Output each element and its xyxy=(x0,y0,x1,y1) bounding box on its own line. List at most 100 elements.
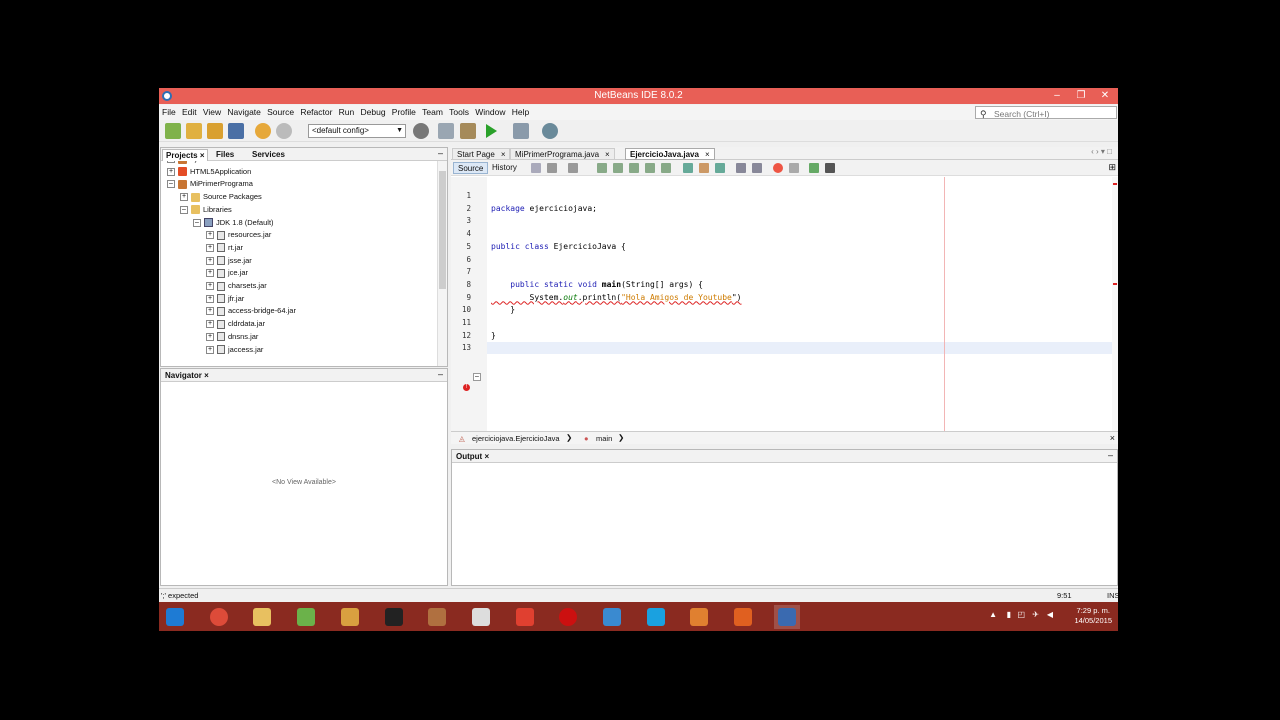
taskbar-app3d-button[interactable] xyxy=(599,605,625,629)
menu-file[interactable]: File xyxy=(160,105,178,117)
expand-toggle-icon[interactable]: + xyxy=(167,167,175,176)
expand-toggle-icon[interactable]: + xyxy=(206,294,214,303)
tab-files[interactable]: Files xyxy=(213,149,237,161)
taskbar-netbeans-button[interactable] xyxy=(773,605,800,629)
taskbar-grid-button[interactable] xyxy=(512,605,538,629)
menu-run[interactable]: Run xyxy=(337,105,357,117)
code-line[interactable]: System.out.println("Hola Amigos de Youtu… xyxy=(491,293,742,302)
save-all-icon[interactable] xyxy=(228,123,244,139)
source-view-button[interactable]: Source xyxy=(453,162,489,174)
expand-toggle-icon[interactable]: + xyxy=(206,243,214,252)
taskbar-explorer-button[interactable] xyxy=(249,605,275,629)
tree-item[interactable]: + resources.jar xyxy=(206,230,271,242)
find-next-icon[interactable] xyxy=(629,163,639,173)
code-line[interactable]: package ejerciciojava; xyxy=(491,204,597,213)
run-icon[interactable] xyxy=(486,124,497,138)
editor-tab-ejerciciojava[interactable]: EjercicioJava.java × xyxy=(625,148,715,160)
tree-item[interactable]: + charsets.jar xyxy=(206,281,267,293)
close-icon[interactable]: × xyxy=(705,150,710,159)
taskbar-person-button[interactable] xyxy=(424,605,450,629)
tree-item[interactable]: + dnsns.jar xyxy=(206,332,258,344)
airplane-icon[interactable]: ✈ xyxy=(1032,610,1039,619)
toggle-rect-select-icon[interactable] xyxy=(661,163,671,173)
open-project-icon[interactable] xyxy=(207,123,223,139)
taskbar-start-button[interactable] xyxy=(162,605,188,629)
history-view-button[interactable]: History xyxy=(488,162,521,174)
comment-icon[interactable] xyxy=(809,163,819,173)
expand-toggle-icon[interactable]: + xyxy=(206,256,214,265)
expand-toggle-icon[interactable]: – xyxy=(167,180,175,189)
tree-item[interactable]: + EjercicioJava xyxy=(167,161,234,166)
taskbar-skull-button[interactable] xyxy=(381,605,407,629)
tree-item[interactable]: + jsse.jar xyxy=(206,256,252,268)
minimize-panel-button[interactable]: – xyxy=(438,148,443,158)
menu-tools[interactable]: Tools xyxy=(447,105,471,117)
tab-nav-arrows-icon[interactable]: ‹ › ▾ □ xyxy=(1091,147,1112,156)
shift-right-icon[interactable] xyxy=(752,163,762,173)
close-breadcrumb-icon[interactable]: × xyxy=(1110,433,1115,443)
search-input[interactable]: ⚲ Search (Ctrl+I) xyxy=(975,106,1117,119)
tab-services[interactable]: Services xyxy=(249,149,288,161)
menu-team[interactable]: Team xyxy=(420,105,445,117)
projects-scrollbar[interactable] xyxy=(437,161,447,366)
split-editor-icon[interactable]: ⊞ xyxy=(1108,162,1116,173)
stop-macro-icon[interactable] xyxy=(789,163,799,173)
close-icon[interactable]: × xyxy=(484,452,489,461)
prev-bookmark-icon[interactable] xyxy=(683,163,693,173)
profile-icon[interactable] xyxy=(542,123,558,139)
tree-item[interactable]: – JDK 1.8 (Default) xyxy=(193,218,274,230)
tree-item[interactable]: + jce.jar xyxy=(206,268,248,280)
show-hidden-icons-icon[interactable]: ▲ xyxy=(989,610,997,619)
error-icon[interactable]: ! xyxy=(463,384,470,391)
taskbar-chrome-button[interactable] xyxy=(206,605,232,629)
menu-source[interactable]: Source xyxy=(265,105,296,117)
error-mark[interactable] xyxy=(1113,183,1117,185)
menu-window[interactable]: Window xyxy=(473,105,507,117)
maximize-button[interactable]: ❐ xyxy=(1069,88,1093,104)
scrollbar-thumb[interactable] xyxy=(439,171,446,289)
close-icon[interactable]: × xyxy=(605,150,610,159)
fold-toggle-icon[interactable]: – xyxy=(473,373,481,381)
code-line[interactable]: } xyxy=(491,305,515,314)
taskbar-media-button[interactable] xyxy=(686,605,712,629)
volume-icon[interactable]: ◀ xyxy=(1047,610,1053,619)
close-icon[interactable]: × xyxy=(501,150,506,159)
last-edit-icon[interactable] xyxy=(531,163,541,173)
tab-projects[interactable]: Projects × xyxy=(162,149,209,161)
browser-icon[interactable] xyxy=(413,123,429,139)
forward-icon[interactable] xyxy=(568,163,578,173)
network-icon[interactable]: ◰ xyxy=(1017,610,1025,619)
tree-item[interactable]: + jfr.jar xyxy=(206,294,244,306)
code-line[interactable]: public static void main(String[] args) { xyxy=(491,280,703,289)
menu-debug[interactable]: Debug xyxy=(359,105,388,117)
tree-item[interactable]: + HTML5Application xyxy=(167,167,251,179)
find-icon[interactable] xyxy=(597,163,607,173)
code-line[interactable]: } xyxy=(491,331,496,340)
menu-help[interactable]: Help xyxy=(510,105,531,117)
editor-tab-start-page[interactable]: Start Page × xyxy=(452,148,511,160)
breadcrumb-method[interactable]: main xyxy=(596,434,612,443)
expand-toggle-icon[interactable]: + xyxy=(206,282,214,291)
tree-item[interactable]: + Source Packages xyxy=(180,192,262,204)
taskbar-notepad-button[interactable] xyxy=(293,605,319,629)
expand-toggle-icon[interactable]: + xyxy=(206,332,214,341)
code-line[interactable]: public class EjercicioJava { xyxy=(491,242,626,251)
close-button[interactable]: ✕ xyxy=(1093,88,1117,104)
menu-edit[interactable]: Edit xyxy=(180,105,199,117)
taskbar-opera-button[interactable] xyxy=(555,605,581,629)
new-file-icon[interactable] xyxy=(165,123,181,139)
tree-item[interactable]: + jaccess.jar xyxy=(206,345,263,357)
menu-navigate[interactable]: Navigate xyxy=(225,105,263,117)
toggle-highlight-icon[interactable] xyxy=(645,163,655,173)
expand-toggle-icon[interactable]: + xyxy=(180,193,188,202)
minimize-button[interactable]: – xyxy=(1045,88,1069,104)
close-icon[interactable]: × xyxy=(200,151,205,160)
toggle-bookmark-icon[interactable] xyxy=(715,163,725,173)
expand-toggle-icon[interactable]: + xyxy=(167,161,175,164)
new-project-icon[interactable] xyxy=(186,123,202,139)
tree-item[interactable]: + access-bridge-64.jar xyxy=(206,306,296,318)
taskbar-skype-button[interactable] xyxy=(643,605,669,629)
build-icon[interactable] xyxy=(438,123,454,139)
shift-left-icon[interactable] xyxy=(736,163,746,173)
debug-icon[interactable] xyxy=(513,123,529,139)
